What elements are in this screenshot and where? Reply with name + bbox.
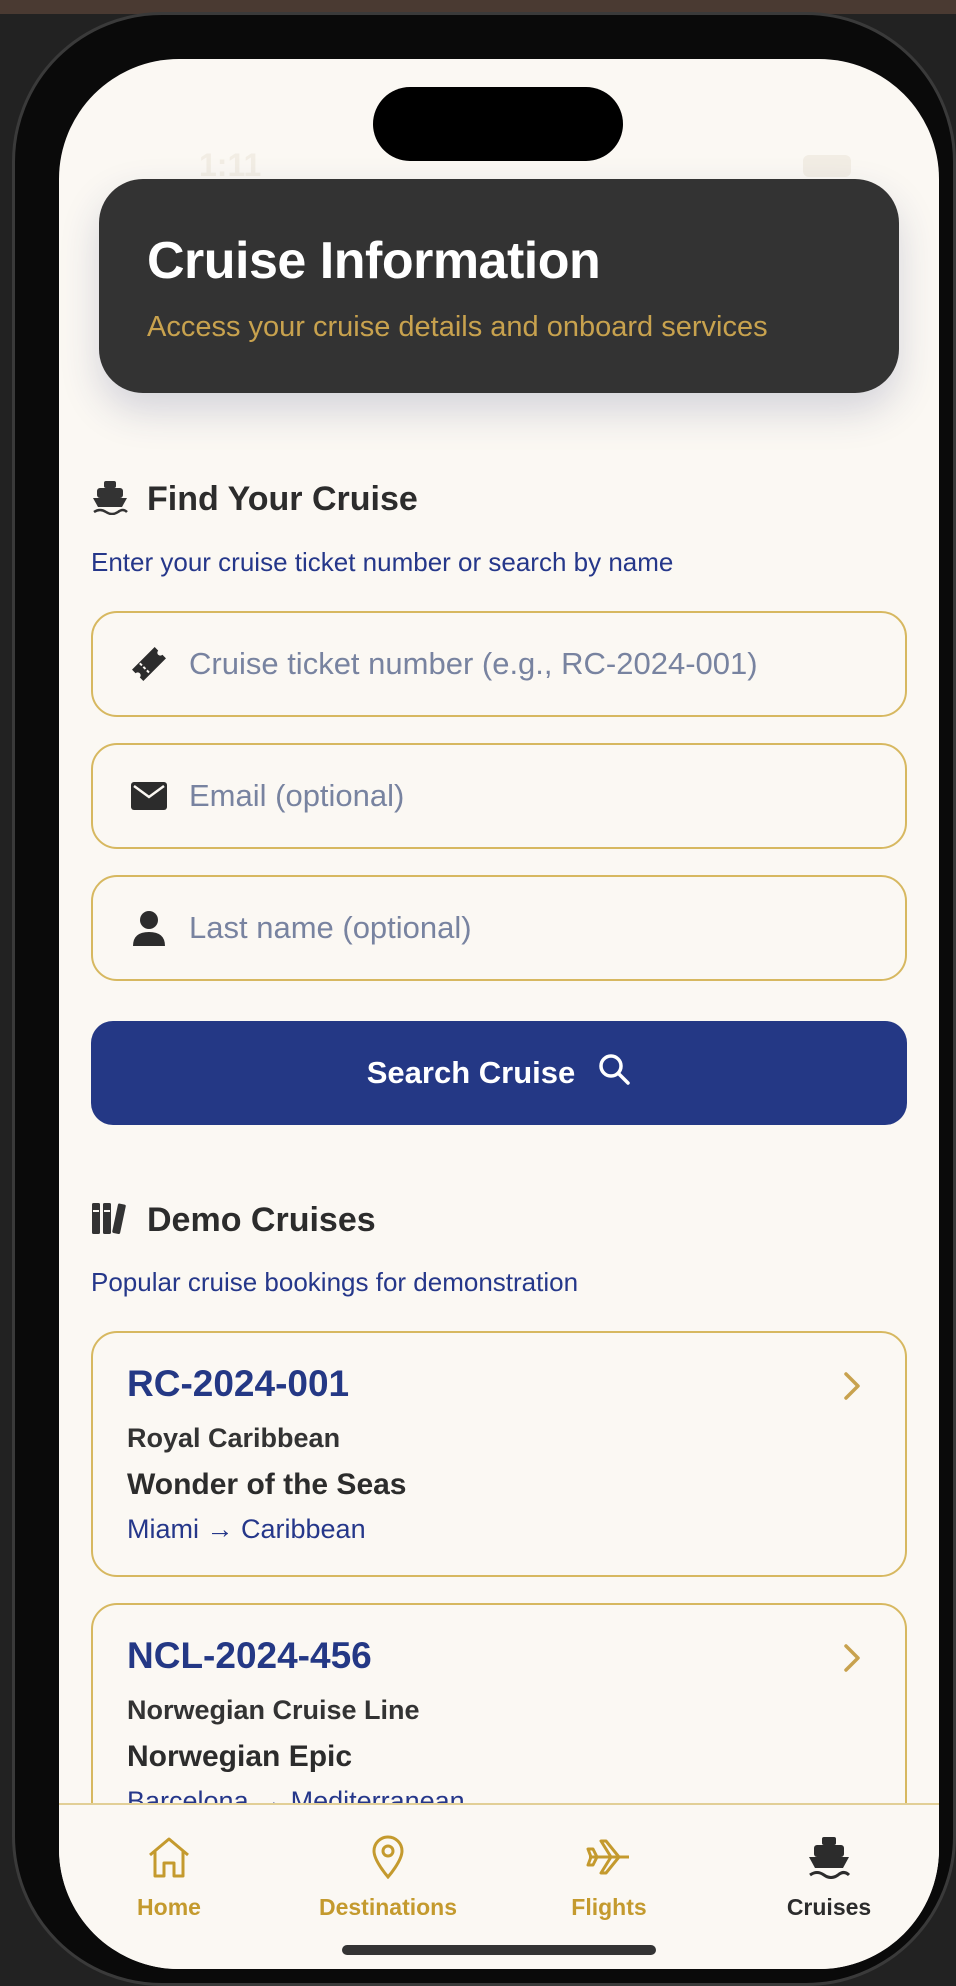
last-name-field[interactable] <box>91 875 907 981</box>
map-pin-icon <box>370 1835 406 1884</box>
dynamic-island <box>373 87 623 161</box>
person-icon <box>129 908 169 948</box>
phone-frame: 1:11 Cruise Information Access your crui… <box>12 12 956 1986</box>
tab-cruises[interactable]: Cruises <box>729 1835 929 1921</box>
search-cruise-button[interactable]: Search Cruise <box>91 1021 907 1125</box>
ticket-number-input[interactable] <box>189 646 869 682</box>
find-cruise-subtitle: Enter your cruise ticket number or searc… <box>91 547 674 577</box>
ship-icon <box>91 479 129 520</box>
battery-icon <box>803 155 851 177</box>
tab-destinations[interactable]: Destinations <box>288 1835 488 1921</box>
ticket-number-field[interactable] <box>91 611 907 717</box>
cruise-route: Miami → Caribbean <box>127 1514 366 1544</box>
cruise-code: RC-2024-001 <box>127 1363 350 1404</box>
cruise-ship: Norwegian Epic <box>127 1740 353 1773</box>
header-card: Cruise Information Access your cruise de… <box>99 179 899 393</box>
app-screen: 1:11 Cruise Information Access your crui… <box>59 59 939 1969</box>
tab-home[interactable]: Home <box>69 1835 269 1921</box>
home-icon <box>146 1835 192 1884</box>
cruise-card[interactable]: RC-2024-001 Royal Caribbean Wonder of th… <box>91 1331 907 1577</box>
plane-icon <box>585 1835 633 1884</box>
page-subtitle: Access your cruise details and onboard s… <box>147 311 768 343</box>
find-cruise-header: Find Your Cruise <box>91 479 418 520</box>
find-cruise-title: Find Your Cruise <box>147 480 418 518</box>
chevron-right-icon <box>843 1643 861 1678</box>
tab-home-label: Home <box>137 1894 201 1920</box>
cruise-ship: Wonder of the Seas <box>127 1468 407 1501</box>
mail-icon <box>129 776 169 816</box>
demo-cruises-title: Demo Cruises <box>147 1201 376 1239</box>
home-indicator <box>342 1945 656 1955</box>
cruise-line: Royal Caribbean <box>127 1423 341 1453</box>
email-input[interactable] <box>189 778 869 814</box>
tab-flights-label: Flights <box>571 1894 647 1920</box>
email-field[interactable] <box>91 743 907 849</box>
search-icon <box>597 1052 631 1094</box>
tab-flights[interactable]: Flights <box>509 1835 709 1921</box>
ship-icon <box>807 1835 851 1884</box>
cruise-line: Norwegian Cruise Line <box>127 1695 420 1725</box>
demo-cruises-header: Demo Cruises <box>91 1201 376 1240</box>
page-title: Cruise Information <box>147 232 601 290</box>
tab-cruises-label: Cruises <box>786 1894 872 1920</box>
chevron-right-icon <box>843 1371 861 1406</box>
search-button-label: Search Cruise <box>366 1055 576 1090</box>
demo-cruises-subtitle: Popular cruise bookings for demonstratio… <box>91 1267 579 1297</box>
tab-destinations-label: Destinations <box>318 1894 458 1920</box>
ticket-icon <box>129 644 169 684</box>
library-icon <box>91 1201 129 1240</box>
last-name-input[interactable] <box>189 910 869 946</box>
cruise-code: NCL-2024-456 <box>127 1635 372 1676</box>
